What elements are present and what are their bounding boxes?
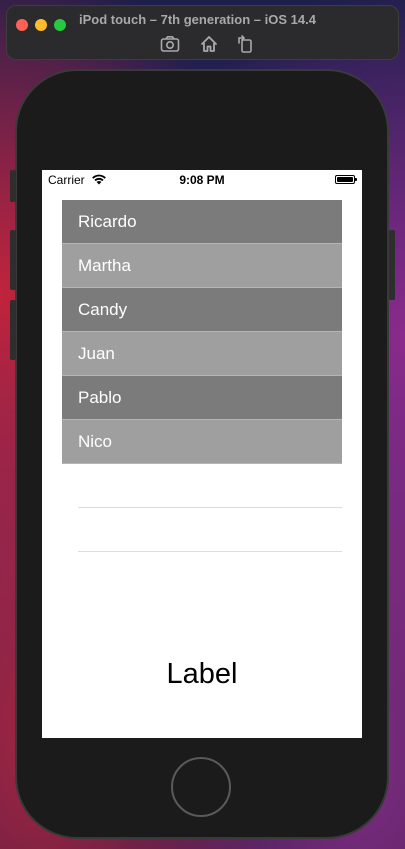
status-bar: Carrier 9:08 PM (42, 170, 362, 190)
table-row[interactable]: Martha (62, 244, 342, 288)
rotate-icon[interactable] (234, 33, 256, 55)
row-label: Pablo (78, 387, 122, 407)
row-label: Nico (78, 431, 113, 451)
zoom-window-button[interactable] (54, 19, 66, 31)
table-row[interactable]: Pablo (62, 376, 342, 420)
window-title: iPod touch – 7th generation – iOS 14.4 (79, 12, 316, 27)
battery-icon (335, 175, 357, 184)
home-icon[interactable] (198, 33, 220, 55)
row-label: Ricardo (78, 211, 137, 231)
table-row[interactable]: Juan (62, 332, 342, 376)
main-label: Label (166, 658, 238, 690)
mute-switch (10, 170, 16, 202)
power-button (389, 230, 395, 300)
camera-icon[interactable] (159, 33, 181, 55)
home-button[interactable] (171, 757, 231, 817)
table-row[interactable]: Nico (62, 420, 342, 464)
row-label: Candy (78, 299, 128, 319)
status-time: 9:08 PM (179, 173, 225, 187)
volume-up-button (10, 230, 16, 290)
empty-table-row (78, 508, 342, 552)
volume-down-button (10, 300, 16, 360)
simulator-title-bar: iPod touch – 7th generation – iOS 14.4 (6, 5, 399, 60)
table-row[interactable]: Candy (62, 288, 342, 332)
empty-table-row (78, 464, 342, 508)
device-screen: Carrier 9:08 PM Ricardo Martha Candy Jua… (42, 170, 362, 738)
minimize-window-button[interactable] (35, 19, 47, 31)
table-row[interactable]: Ricardo (62, 200, 342, 244)
row-label: Martha (78, 255, 131, 275)
names-table[interactable]: Ricardo Martha Candy Juan Pablo Nico (62, 200, 342, 552)
close-window-button[interactable] (16, 19, 28, 31)
row-label: Juan (78, 343, 115, 363)
